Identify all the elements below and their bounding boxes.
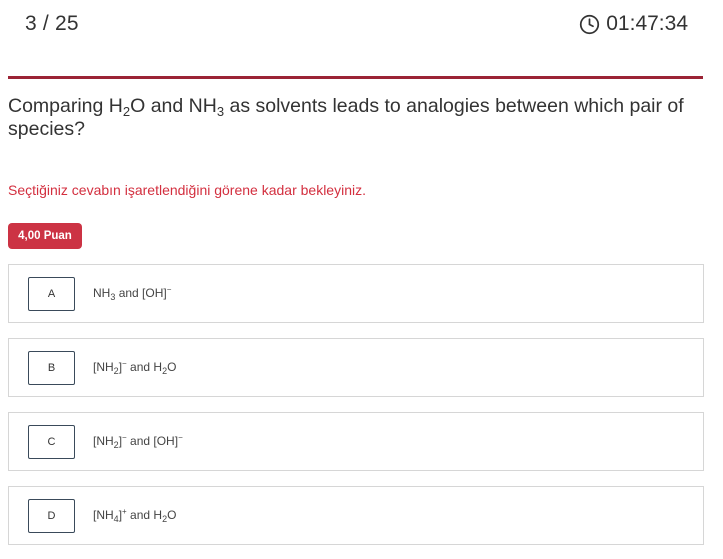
option-text: [NH4]+ and H2O (93, 507, 177, 524)
option-letter: A (28, 277, 75, 311)
header-divider (8, 76, 703, 79)
question-counter: 3 / 25 (25, 12, 79, 35)
option-letter: C (28, 425, 75, 459)
answer-option-d[interactable]: D [NH4]+ and H2O (8, 486, 704, 545)
answer-option-b[interactable]: B [NH2]− and H2O (8, 338, 704, 397)
option-text: [NH2]− and [OH]− (93, 433, 183, 450)
option-letter: B (28, 351, 75, 385)
option-text: [NH2]− and H2O (93, 359, 177, 376)
quiz-header: 3 / 25 01:47:34 (0, 0, 723, 48)
wait-message: Seçtiğiniz cevabın işaretlendiğini gören… (8, 182, 366, 198)
answer-option-a[interactable]: A NH3 and [OH]− (8, 264, 704, 323)
answer-option-c[interactable]: C [NH2]− and [OH]− (8, 412, 704, 471)
option-letter: D (28, 499, 75, 533)
clock-icon (579, 14, 600, 35)
option-text: NH3 and [OH]− (93, 285, 172, 302)
points-badge: 4,00 Puan (8, 223, 82, 249)
timer-value: 01:47:34 (606, 12, 688, 35)
question-text: Comparing H2O and NH3 as solvents leads … (8, 95, 684, 140)
countdown-timer: 01:47:34 (579, 12, 688, 36)
